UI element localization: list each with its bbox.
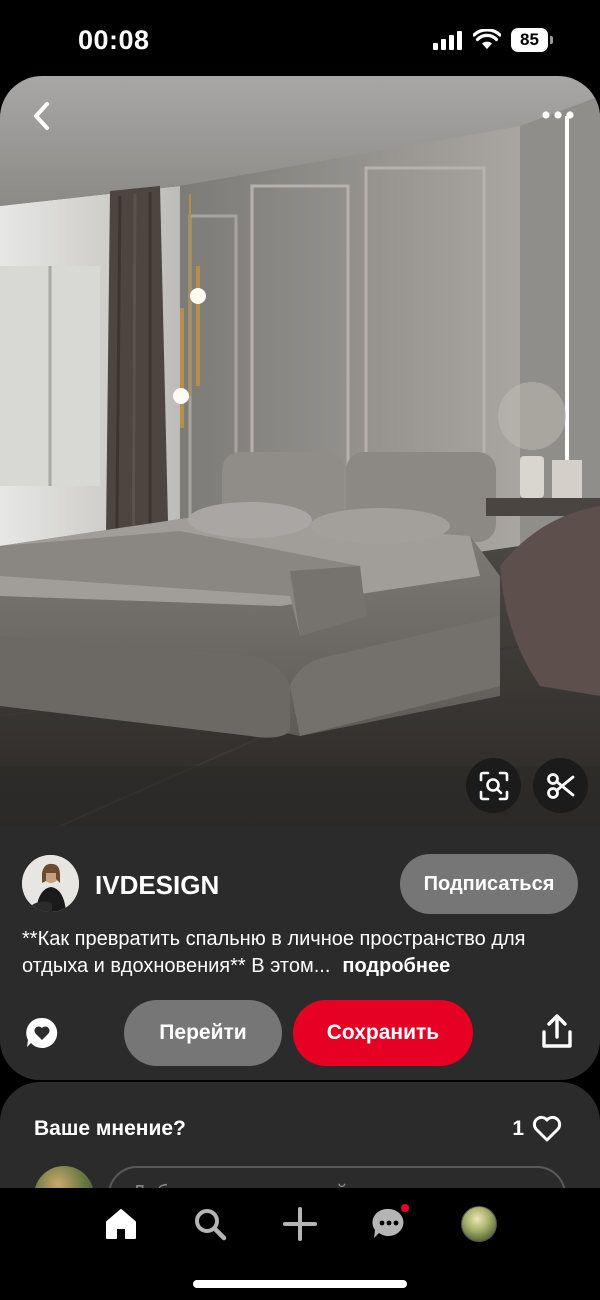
- comments-card: Ваше мнение? 1 Добавьте комментарий: [0, 1082, 600, 1202]
- creator-row: IVDESIGN Подписаться: [22, 854, 578, 916]
- comment-heart-icon: [26, 1017, 58, 1048]
- likes-counter[interactable]: 1: [512, 1115, 562, 1142]
- bottom-nav: [0, 1188, 600, 1300]
- home-indicator[interactable]: [193, 1280, 407, 1288]
- nav-profile[interactable]: [457, 1204, 501, 1244]
- lens-search-icon: [479, 771, 508, 800]
- chevron-left-icon: [34, 102, 49, 130]
- back-button[interactable]: [22, 96, 62, 136]
- profile-avatar: [461, 1206, 497, 1242]
- nav-create[interactable]: [278, 1204, 322, 1244]
- status-time: 00:08: [78, 25, 150, 55]
- creator-name[interactable]: IVDESIGN: [95, 870, 219, 901]
- follow-button[interactable]: Подписаться: [400, 854, 578, 914]
- action-row: Перейти Сохранить: [0, 1000, 600, 1068]
- share-button[interactable]: [540, 1014, 574, 1050]
- nav-home[interactable]: [99, 1204, 143, 1244]
- heart-outline-icon: [532, 1115, 562, 1142]
- comments-title: Ваше мнение?: [34, 1117, 186, 1140]
- scissors-icon: [546, 772, 574, 799]
- more-dots-icon: [542, 111, 574, 119]
- nav-search[interactable]: [188, 1204, 232, 1244]
- status-icons: 85: [433, 28, 553, 52]
- creator-photo: [22, 855, 79, 912]
- status-bar: 00:08 85: [0, 0, 600, 78]
- battery-icon: 85: [511, 28, 553, 52]
- creator-avatar[interactable]: [22, 855, 79, 912]
- visual-search-button[interactable]: [466, 758, 521, 813]
- wifi-icon: [473, 29, 501, 49]
- more-options-button[interactable]: [536, 100, 580, 130]
- nav-messages[interactable]: [367, 1202, 411, 1244]
- notification-dot: [399, 1202, 411, 1214]
- cutout-button[interactable]: [533, 758, 588, 813]
- pin-card: IVDESIGN Подписаться **Как превратить сп…: [0, 76, 600, 1080]
- read-more-link[interactable]: подробнее: [342, 955, 450, 977]
- pin-image[interactable]: [0, 76, 600, 826]
- share-icon: [542, 1014, 572, 1048]
- cellular-signal-icon: [433, 31, 462, 50]
- likes-count: 1: [512, 1116, 524, 1140]
- home-icon: [106, 1209, 136, 1239]
- pin-description: **Как превратить спальню в личное простр…: [22, 926, 582, 980]
- search-icon: [195, 1209, 227, 1241]
- plus-icon: [283, 1207, 317, 1241]
- visit-button[interactable]: Перейти: [124, 1000, 282, 1066]
- comment-button[interactable]: [25, 1016, 59, 1050]
- save-button[interactable]: Сохранить: [293, 1000, 473, 1066]
